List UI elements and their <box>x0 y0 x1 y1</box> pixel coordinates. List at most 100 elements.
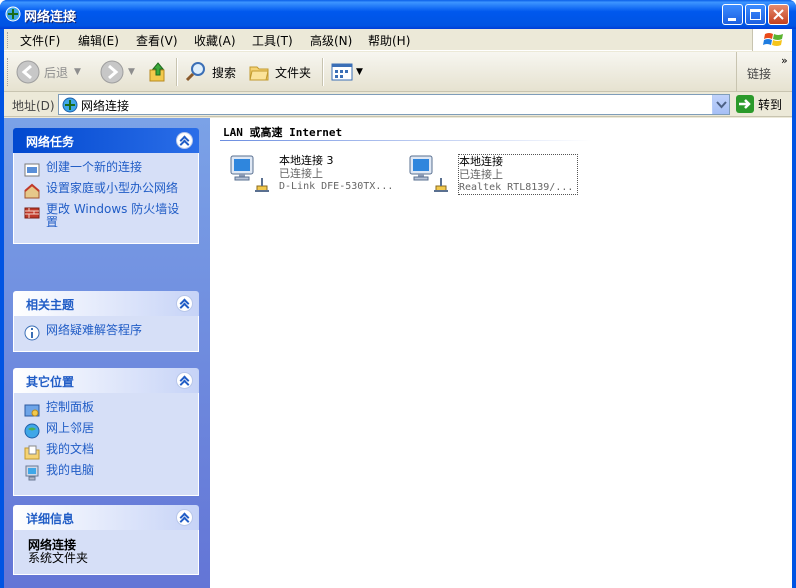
menubar-grip[interactable] <box>7 32 10 48</box>
back-label: 后退 <box>44 65 69 80</box>
place-control-panel-label: 控制面板 <box>46 400 95 414</box>
task-create-connection[interactable]: 创建一个新的连接 <box>24 161 190 178</box>
my-computer-icon <box>25 465 39 481</box>
forward-dropdown-icon: ▼ <box>128 67 135 77</box>
go-label: 转到 <box>758 97 783 112</box>
chevron-down-icon <box>716 101 727 109</box>
other-places-header[interactable]: 其它位置 <box>13 368 199 393</box>
forward-button[interactable]: ▼ <box>100 58 135 86</box>
back-arrow-icon <box>16 60 40 84</box>
up-folder-icon <box>149 62 165 82</box>
go-button[interactable]: 转到 <box>736 95 782 113</box>
related-topics-title: 相关主题 <box>26 298 75 312</box>
place-my-computer-label: 我的电脑 <box>46 463 95 477</box>
title-bar[interactable]: 网络连接 <box>0 0 796 29</box>
content-area: LAN 或高速 Internet 本地连接 3 已连接上 D-Link DFE-… <box>210 118 792 588</box>
maximize-button[interactable] <box>745 4 766 25</box>
address-dropdown-button[interactable] <box>712 95 729 114</box>
windows-flag-icon <box>763 33 783 46</box>
connection-item[interactable]: 本地连接 3 已连接上 D-Link DFE-530TX... <box>227 148 407 196</box>
task-firewall[interactable]: 更改 Windows 防火墙设置 <box>24 203 190 229</box>
views-dropdown-icon: ▼ <box>356 67 363 77</box>
network-connections-icon <box>5 6 21 22</box>
window-client: 文件(F) 编辑(E) 查看(V) 收藏(A) 工具(T) 高级(N) 帮助(H… <box>4 29 792 588</box>
details-header[interactable]: 详细信息 <box>13 505 199 530</box>
control-panel-icon <box>24 404 40 417</box>
collapse-icon[interactable] <box>176 132 193 149</box>
related-topics-body: 网络疑难解答程序 <box>13 316 199 352</box>
address-label: 地址(D) <box>12 99 55 113</box>
search-label: 搜索 <box>212 65 237 80</box>
back-button[interactable]: 后退 ▼ <box>16 58 81 86</box>
lan-connection-icon <box>230 155 269 192</box>
windows-logo <box>752 29 792 51</box>
network-tasks-panel: 网络任务 创建一个新的连接 设置家庭或小型办公网络 更改 Windows 防火墙… <box>13 128 199 244</box>
details-title: 详细信息 <box>26 512 75 526</box>
related-topics-panel: 相关主题 网络疑难解答程序 <box>13 291 199 352</box>
up-button[interactable] <box>146 58 170 86</box>
close-icon <box>773 9 784 20</box>
window-title: 网络连接 <box>24 10 77 25</box>
links-label[interactable]: 链接 <box>747 65 771 82</box>
info-icon <box>24 325 40 341</box>
menu-view[interactable]: 查看(V) <box>136 32 178 49</box>
address-input[interactable]: 网络连接 <box>58 94 730 115</box>
details-panel: 详细信息 网络连接 系统文件夹 <box>13 505 199 575</box>
network-places-icon <box>24 423 40 439</box>
views-button[interactable]: ▼ <box>330 58 363 86</box>
chevron-more-icon[interactable]: » <box>781 54 788 67</box>
search-button[interactable]: 搜索 <box>184 58 236 86</box>
place-control-panel[interactable]: 控制面板 <box>24 401 190 418</box>
collapse-icon[interactable] <box>176 295 193 312</box>
details-body: 网络连接 系统文件夹 <box>13 530 199 575</box>
connection-name: 本地连接 <box>459 155 503 168</box>
collapse-icon[interactable] <box>176 509 193 526</box>
place-network-places[interactable]: 网上邻居 <box>24 422 190 439</box>
forward-arrow-icon <box>100 60 124 84</box>
network-tasks-title: 网络任务 <box>26 135 75 149</box>
firewall-icon <box>24 207 40 219</box>
task-home-network-label: 设置家庭或小型办公网络 <box>46 181 179 195</box>
folders-label: 文件夹 <box>275 65 312 80</box>
connection-device: Realtek RTL8139/... <box>459 182 574 193</box>
address-bar: 地址(D) 网络连接 转到 <box>4 93 792 117</box>
minimize-button[interactable] <box>722 4 743 25</box>
links-bar: 链接 » <box>736 52 792 92</box>
back-dropdown-icon: ▼ <box>74 67 81 77</box>
menu-favorites[interactable]: 收藏(A) <box>194 32 236 49</box>
menu-edit[interactable]: 编辑(E) <box>78 32 119 49</box>
new-connection-icon <box>24 163 40 177</box>
connection-status: 已连接上 <box>459 168 503 181</box>
task-create-connection-label: 创建一个新的连接 <box>46 160 143 174</box>
collapse-icon[interactable] <box>176 372 193 389</box>
connection-status: 已连接上 <box>279 167 323 180</box>
other-places-panel: 其它位置 控制面板 网上邻居 我的文档 我的电脑 <box>13 368 199 496</box>
place-my-documents[interactable]: 我的文档 <box>24 443 190 460</box>
lan-connection-icon <box>409 155 448 192</box>
network-tasks-header[interactable]: 网络任务 <box>13 128 199 153</box>
maximize-icon <box>750 9 761 20</box>
task-firewall-label: 更改 Windows 防火墙设置 <box>46 202 180 229</box>
task-home-network[interactable]: 设置家庭或小型办公网络 <box>24 182 190 199</box>
task-troubleshooter-label: 网络疑难解答程序 <box>46 323 143 337</box>
toolbar-separator <box>322 58 324 86</box>
task-troubleshooter[interactable]: 网络疑难解答程序 <box>24 324 190 341</box>
close-button[interactable] <box>768 4 789 25</box>
menu-help[interactable]: 帮助(H) <box>368 32 410 49</box>
place-my-documents-label: 我的文档 <box>46 442 95 456</box>
menu-advanced[interactable]: 高级(N) <box>310 32 352 49</box>
details-item-type: 系统文件夹 <box>28 551 89 565</box>
network-tasks-body: 创建一个新的连接 设置家庭或小型办公网络 更改 Windows 防火墙设置 <box>13 153 199 244</box>
toolbar-grip[interactable] <box>7 58 10 86</box>
search-icon <box>185 62 205 82</box>
connection-item-selected[interactable]: 本地连接 已连接上 Realtek RTL8139/... <box>406 148 586 196</box>
folders-icon <box>249 66 269 81</box>
place-my-computer[interactable]: 我的电脑 <box>24 464 190 481</box>
related-topics-header[interactable]: 相关主题 <box>13 291 199 316</box>
menu-file[interactable]: 文件(F) <box>20 32 60 49</box>
menu-tools[interactable]: 工具(T) <box>252 32 293 49</box>
folders-button[interactable]: 文件夹 <box>247 58 311 86</box>
standard-toolbar: 后退 ▼ ▼ 搜索 文件夹 ▼ 链接 » <box>4 52 792 92</box>
connection-text: 本地连接 3 已连接上 D-Link DFE-530TX... <box>279 154 399 193</box>
group-divider <box>220 140 592 141</box>
